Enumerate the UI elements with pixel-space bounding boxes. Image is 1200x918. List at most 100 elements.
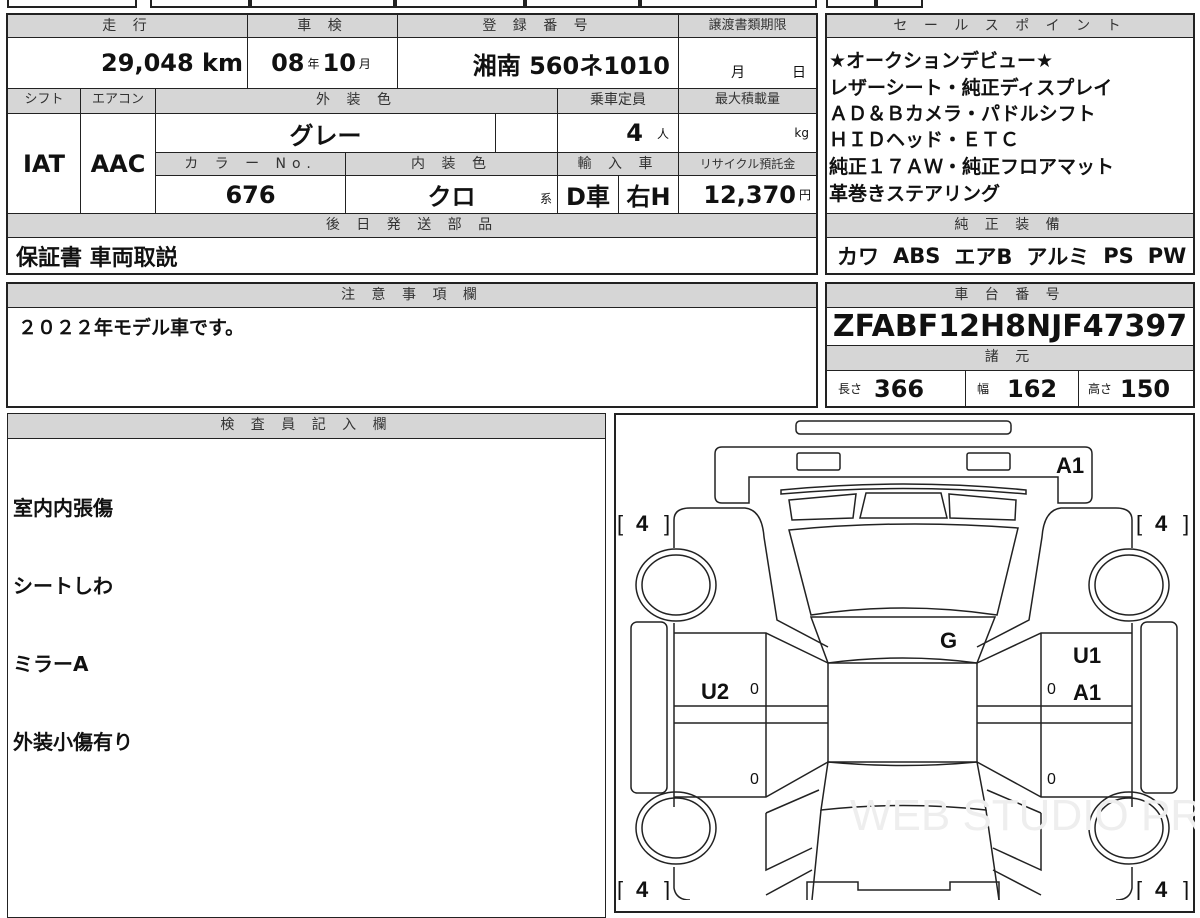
max-load-value: kg <box>678 113 817 153</box>
registration-value: 湘南 560ネ1010 <box>397 37 679 89</box>
equipment-item: ABS <box>893 243 941 268</box>
rear-window-left <box>788 493 857 521</box>
equipment-item: PW <box>1147 243 1187 268</box>
length-label: 長さ <box>838 382 863 396</box>
capacity-label: 乗車定員 <box>557 88 679 114</box>
zero-mark: 0 <box>750 681 759 698</box>
wheel-rear-right <box>1088 548 1170 622</box>
shift-label: シフト <box>7 88 81 114</box>
left-front-fender <box>673 789 820 900</box>
exterior-value: グレー <box>155 113 496 153</box>
length-cell: 長さ 366 <box>826 370 966 407</box>
rear-bumper-bar <box>795 420 1012 435</box>
transfer-deadline-label: 譲渡書類期限 <box>678 14 817 38</box>
top-strip-cell <box>876 0 923 8</box>
rear-bumper <box>714 446 1093 504</box>
shift-value: IAT <box>7 113 81 214</box>
year-unit: 年 <box>307 56 320 71</box>
tire-bracket: [ <box>1136 511 1142 536</box>
damage-mark-right-door-1: U1 <box>1073 643 1101 668</box>
transfer-month: 月 <box>731 65 745 81</box>
max-load-unit: kg <box>794 126 809 140</box>
inspector-line: ミラーA <box>13 652 89 676</box>
inspector-line: シートしわ <box>13 574 113 598</box>
tail-light-left <box>796 452 841 471</box>
recycle-unit: 円 <box>798 188 811 202</box>
wheel-rear-left <box>635 548 717 622</box>
inspection-value: 08 年 10 月 <box>247 37 398 89</box>
equipment-label: 純 正 装 備 <box>826 213 1194 238</box>
tire-depth-rear-left: 4 <box>636 511 649 536</box>
mileage-unit: km <box>202 49 243 77</box>
top-strip-cell <box>525 0 640 8</box>
right-rear-fender <box>976 507 1133 648</box>
mileage-value: 29,048 km <box>7 37 248 89</box>
equipment-item: カワ <box>837 244 879 269</box>
later-parts-label: 後 日 発 送 部 品 <box>7 213 817 238</box>
height-cell: 高さ 150 <box>1078 370 1194 407</box>
rear-window-center <box>859 492 948 519</box>
recycle-label: リサイクル預託金 <box>678 152 817 176</box>
tire-bracket: ] <box>664 877 670 900</box>
transfer-day: 日 <box>792 65 806 81</box>
sales-point-line: ＨＩＤヘッド・ＥＴＣ <box>829 129 1020 151</box>
chassis-label: 車 台 番 号 <box>826 283 1194 308</box>
tire-depth-front-right: 4 <box>1155 877 1168 900</box>
height-label: 高さ <box>1088 382 1113 396</box>
zero-mark: 0 <box>1047 681 1056 698</box>
import-label: 輸 入 車 <box>557 152 679 176</box>
front-bumper <box>806 881 1000 900</box>
tail-light-right <box>966 452 1011 471</box>
zero-mark: 0 <box>750 771 759 788</box>
exterior-label: 外 装 色 <box>155 88 558 114</box>
watermark: WEB STUDIO PRO <box>850 791 1195 840</box>
inspection-month: 10 <box>322 49 356 77</box>
sales-points-label: セ ー ル ス ポ イ ン ト <box>826 14 1194 38</box>
damage-mark-right-door-2: A1 <box>1073 680 1101 705</box>
top-strip-cell <box>7 0 137 8</box>
height-value: 150 <box>1120 374 1171 403</box>
chassis-number: ZFABF12H8NJF47397 <box>826 307 1194 346</box>
interior-value: クロ 系 <box>345 175 558 214</box>
capacity-value: 4人 <box>557 113 679 153</box>
later-parts-value: 保証書 車両取説 <box>7 237 817 274</box>
top-strip-cell <box>640 0 817 8</box>
color-no-value: 676 <box>155 175 346 214</box>
top-strip-cell <box>395 0 525 8</box>
damage-mark-roof: G <box>940 628 957 653</box>
windshield <box>809 616 997 664</box>
interior-suffix: 系 <box>539 192 552 206</box>
max-load-label: 最大積載量 <box>678 88 817 114</box>
notes-label: 注 意 事 項 欄 <box>7 283 817 308</box>
inspector-label: 検 査 員 記 入 欄 <box>7 413 606 439</box>
ac-label: エアコン <box>80 88 156 114</box>
inspector-line: 室内内張傷 <box>13 496 113 520</box>
left-side-skirt <box>630 621 668 794</box>
inspection-label: 車 検 <box>247 14 398 38</box>
cabin <box>827 662 978 763</box>
rear-window-right <box>948 493 1017 521</box>
inspection-year: 08 <box>271 49 305 77</box>
registration-label: 登 録 番 号 <box>397 14 679 38</box>
damage-mark-left-door: U2 <box>701 679 729 704</box>
tire-bracket: [ <box>617 511 623 536</box>
transfer-deadline-value: 月 日 <box>678 37 817 89</box>
notes-text: ２０２２年モデル車です。 <box>7 307 817 407</box>
tire-depth-rear-right: 4 <box>1155 511 1168 536</box>
roof <box>788 523 1019 616</box>
sales-point-line: 革巻きステアリング <box>829 183 1001 205</box>
recycle-value: 12,370 円 <box>678 175 817 214</box>
right-side-skirt <box>1140 621 1178 794</box>
import-type-value: D車 <box>557 175 619 214</box>
tire-bracket: ] <box>1183 511 1189 536</box>
sales-points-text: ★オークションデビュー★ レザーシート・純正ディスプレイ ＡＤ＆Ｂカメラ・パドル… <box>826 37 1194 214</box>
capacity-unit: 人 <box>656 126 669 141</box>
inspector-line: 外装小傷有り <box>13 730 133 754</box>
spec-label: 諸 元 <box>826 345 1194 371</box>
inspector-notes: 室内内張傷 シートしわ ミラーA 外装小傷有り <box>7 438 606 918</box>
sales-point-line: 純正１７ＡＷ・純正フロアマット <box>829 156 1115 178</box>
tire-bracket: ] <box>1183 877 1189 900</box>
width-value: 162 <box>1007 374 1058 403</box>
handle-value: 右H <box>618 175 679 214</box>
equipment-item: アルミ <box>1026 244 1090 269</box>
